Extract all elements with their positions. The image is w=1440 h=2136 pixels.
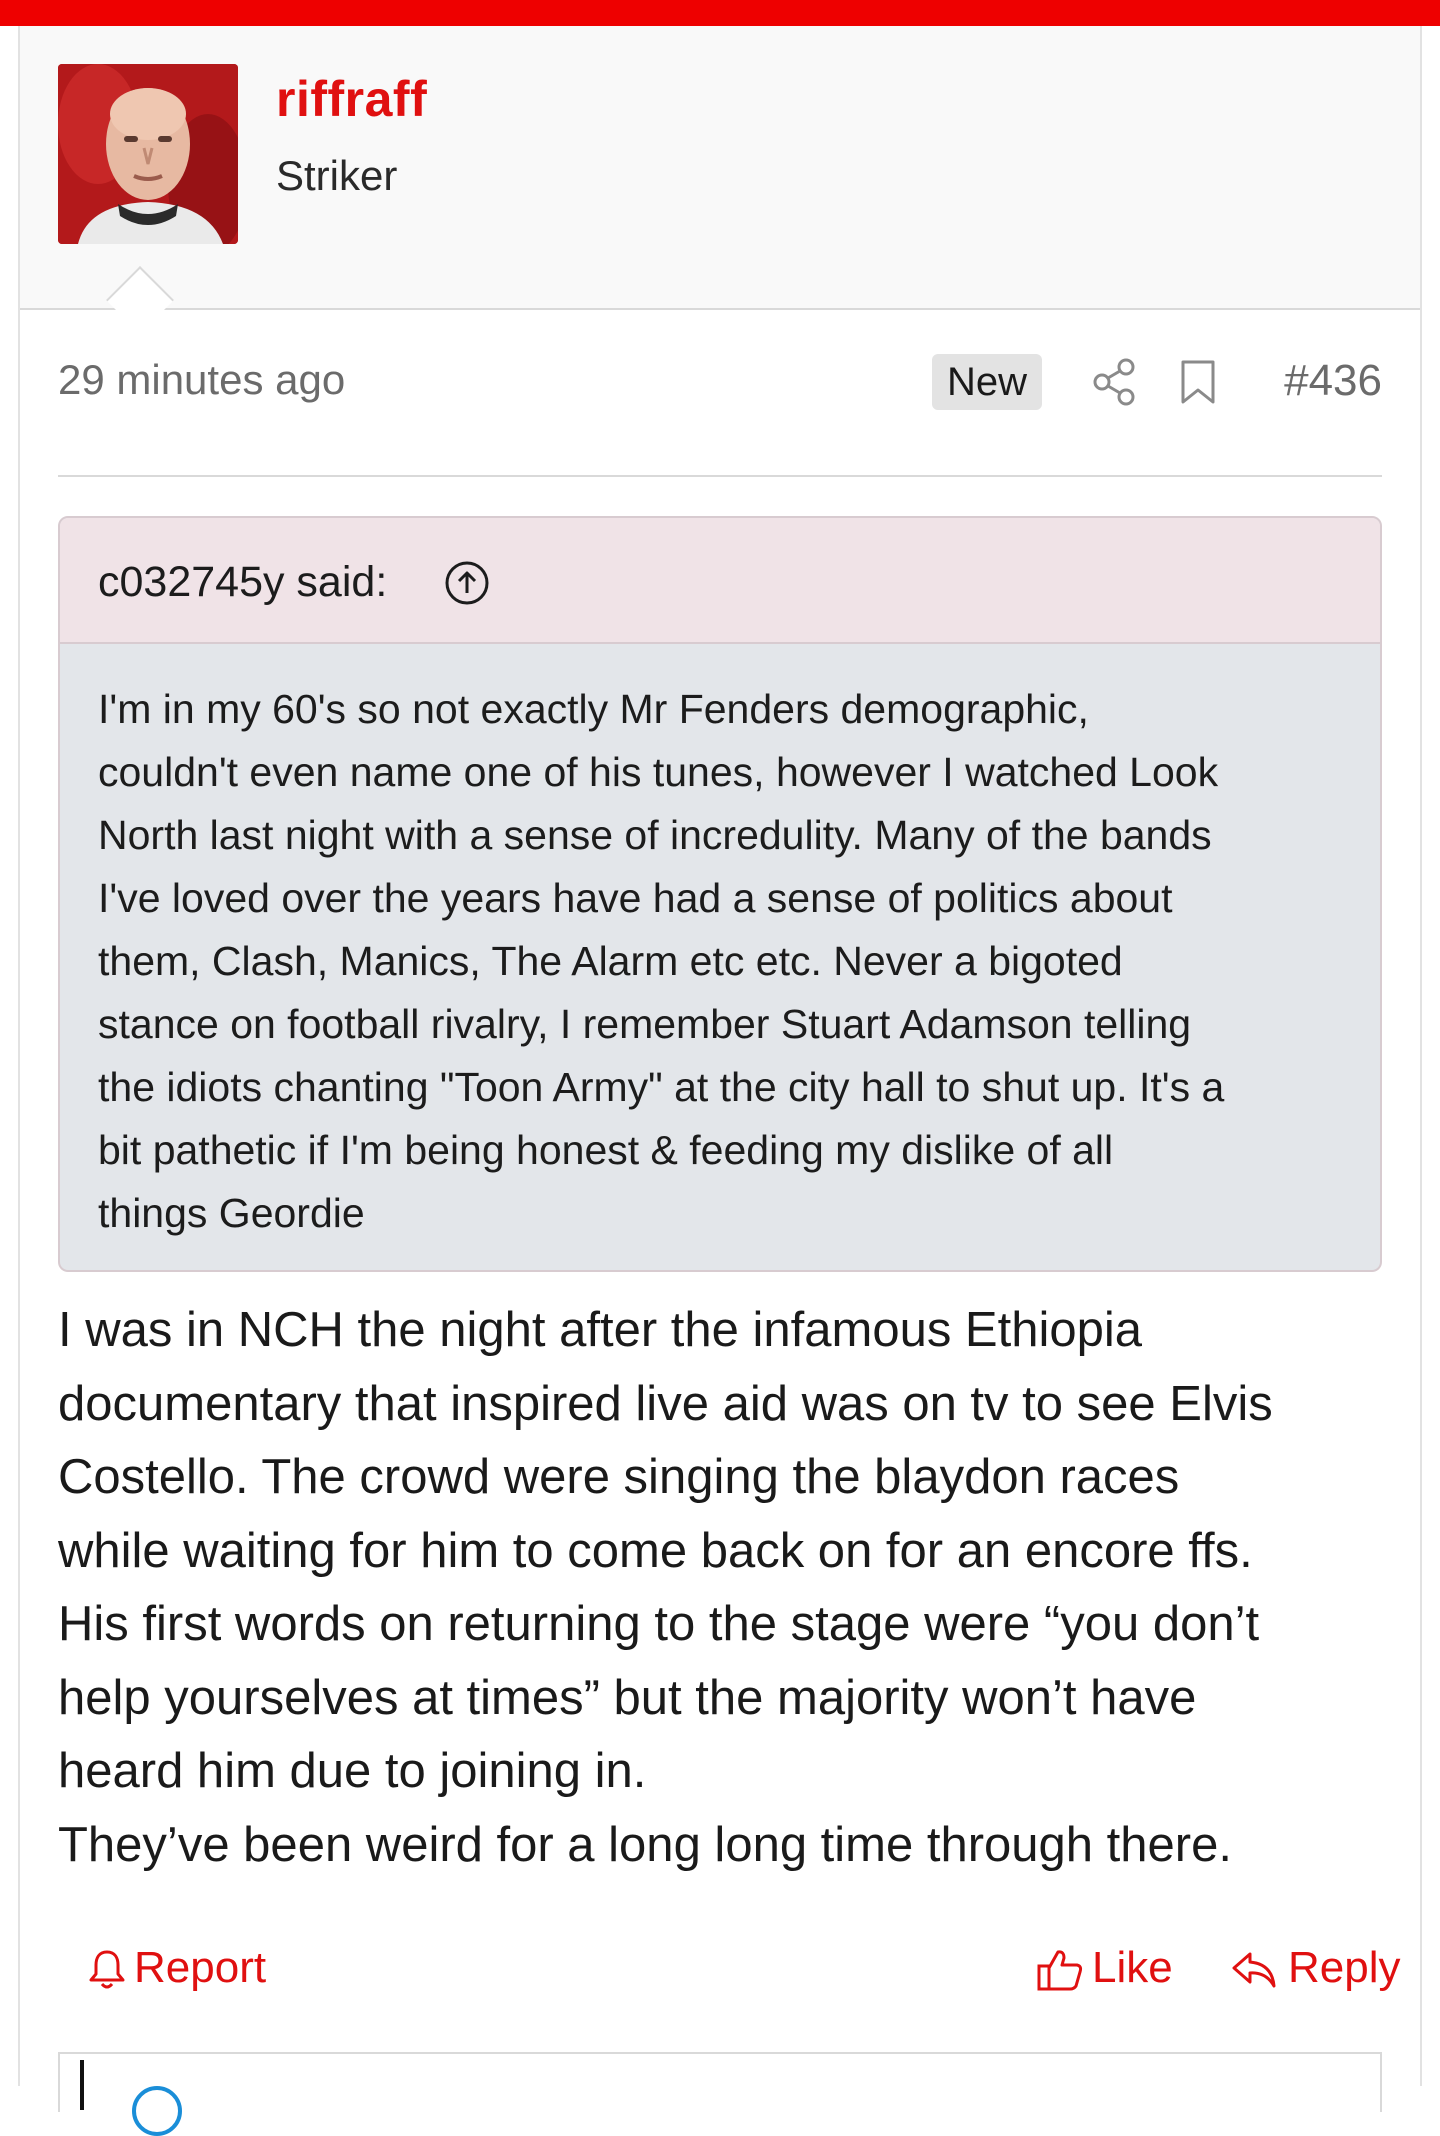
- quote-line: the idiots chanting "Toon Army" at the c…: [98, 1064, 1225, 1110]
- report-label: Report: [134, 1943, 267, 1992]
- message-line: help yourselves at times” but the majori…: [58, 1670, 1197, 1725]
- message-line: I was in NCH the night after the infamou…: [58, 1303, 1143, 1357]
- meta-divider: [58, 475, 1382, 477]
- message-line: His first words on returning to the stag…: [58, 1597, 1260, 1651]
- username[interactable]: riffraff: [276, 70, 427, 128]
- quote-author[interactable]: c032745y said:: [98, 558, 387, 607]
- top-accent-bar: [0, 0, 1440, 26]
- quote-line: stance on football rivalry, I remember S…: [98, 1001, 1192, 1047]
- post-meta: 29 minutes ago New #436: [58, 344, 1382, 414]
- message-line: Costello. The crowd were singing the bla…: [58, 1450, 1180, 1504]
- thumbs-up-icon: [1037, 1950, 1083, 1991]
- arrow-up-circle-icon[interactable]: [444, 560, 490, 606]
- avatar[interactable]: [58, 64, 238, 244]
- post-message: I was in NCH the night after the infamou…: [58, 1294, 1398, 1882]
- message-line: They’ve been weird for a long long time …: [58, 1817, 1232, 1872]
- user-title: Striker: [276, 152, 398, 199]
- user-panel: riffraff Striker: [20, 26, 1420, 334]
- share-icon[interactable]: [1092, 358, 1136, 406]
- new-badge: New: [932, 354, 1042, 410]
- like-label: Like: [1092, 1943, 1173, 1992]
- quote-line: them, Clash, Manics, The Alarm etc etc. …: [98, 938, 1123, 984]
- quote-line: North last night with a sense of incredu…: [98, 812, 1212, 858]
- post-card: riffraff Striker 29 minutes ago New #436…: [18, 26, 1422, 2136]
- quote-header: c032745y said:: [60, 518, 1380, 644]
- panel-pointer: [106, 266, 174, 334]
- post-actions: Report Like Reply: [58, 1938, 1401, 2008]
- quote-line: bit pathetic if I'm being honest & feedi…: [98, 1127, 1114, 1173]
- post-timestamp[interactable]: 29 minutes ago: [58, 356, 345, 404]
- quick-reply-editor[interactable]: [58, 2052, 1382, 2136]
- reply-avatar: [132, 2086, 182, 2136]
- bookmark-icon[interactable]: [1178, 358, 1218, 406]
- bell-icon: [89, 1950, 125, 1989]
- message-line: documentary that inspired live aid was o…: [58, 1376, 1273, 1431]
- quote-line: couldn't even name one of his tunes, how…: [98, 749, 1219, 795]
- reply-label: Reply: [1288, 1943, 1401, 1992]
- quote-content: I'm in my 60's so not exactly Mr Fenders…: [60, 644, 1380, 1245]
- quote-block: c032745y said: I'm in my 60's so not exa…: [58, 516, 1382, 1272]
- post-number-link[interactable]: #436: [1284, 356, 1382, 406]
- quote-line: I've loved over the years have had a sen…: [98, 875, 1173, 921]
- reply-arrow-icon: [1232, 1952, 1276, 1988]
- message-line: heard him due to joining in.: [58, 1744, 647, 1798]
- quote-line: I'm in my 60's so not exactly Mr Fenders…: [98, 686, 1089, 732]
- text-cursor: [80, 2060, 84, 2110]
- avatar-photo: [58, 64, 238, 244]
- message-line: while waiting for him to come back on fo…: [58, 1523, 1253, 1578]
- quote-line: things Geordie: [98, 1190, 365, 1236]
